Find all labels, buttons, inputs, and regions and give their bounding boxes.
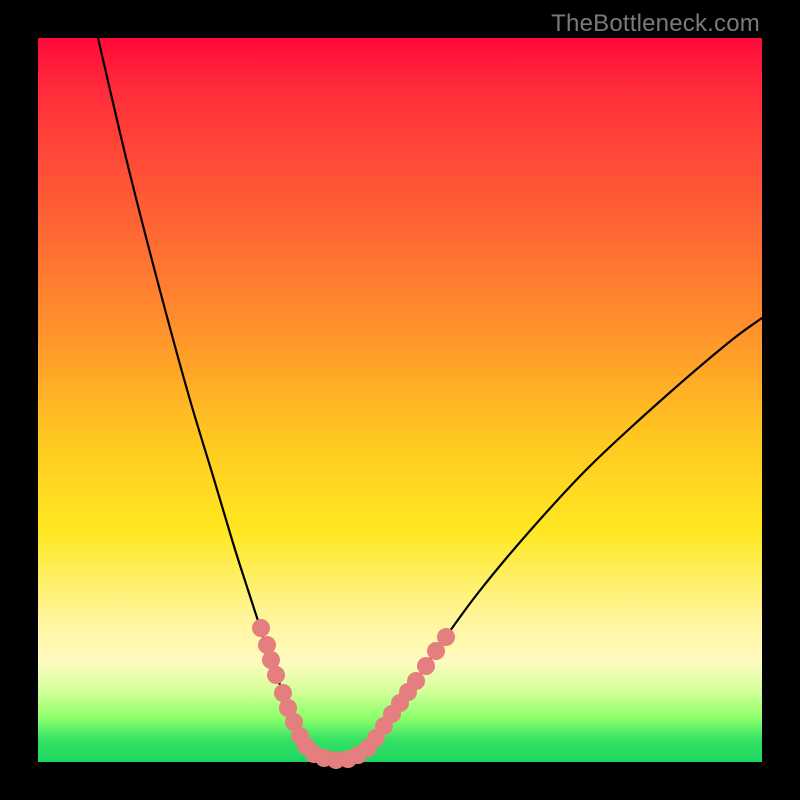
highlight-bead — [267, 666, 285, 684]
plot-area — [38, 38, 762, 762]
highlight-bead — [417, 657, 435, 675]
highlight-markers — [252, 619, 455, 769]
highlight-bead — [407, 672, 425, 690]
highlight-bead — [252, 619, 270, 637]
highlight-bead — [437, 628, 455, 646]
chart-frame: TheBottleneck.com — [0, 0, 800, 800]
watermark-text: TheBottleneck.com — [551, 10, 760, 38]
curve-svg — [38, 38, 762, 762]
